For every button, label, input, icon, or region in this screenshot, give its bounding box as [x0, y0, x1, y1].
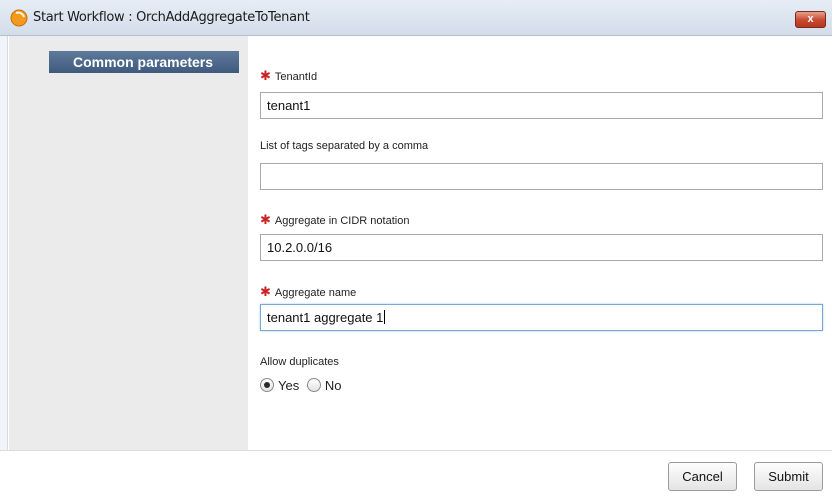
required-marker: ✱ — [260, 212, 271, 227]
required-marker: ✱ — [260, 68, 271, 83]
tab-common-parameters[interactable]: Common parameters — [49, 51, 239, 73]
field-label-aggregate-name: ✱ Aggregate name — [260, 284, 357, 299]
submit-button[interactable]: Submit — [754, 462, 823, 491]
form-panel: ✱ TenantId tenant1 List of tags separated… — [248, 36, 832, 450]
window-title: Start Workflow : OrchAddAggregateToTenan… — [33, 10, 310, 25]
sidebar: Common parameters — [9, 36, 248, 450]
close-button[interactable]: x — [795, 11, 826, 28]
app-logo-icon — [10, 9, 28, 27]
field-label-allow-duplicates: Allow duplicates — [260, 356, 339, 368]
radio-yes[interactable] — [260, 378, 274, 392]
dialog-footer: Cancel Submit — [0, 450, 832, 502]
cidr-input[interactable]: 10.2.0.0/16 — [260, 234, 823, 261]
tags-input[interactable] — [260, 163, 823, 190]
radio-no-label[interactable]: No — [325, 378, 342, 393]
aggregate-name-input[interactable]: tenant1 aggregate 1 — [260, 304, 823, 331]
aggregate-name-value: tenant1 aggregate 1 — [267, 310, 384, 325]
required-marker: ✱ — [260, 284, 271, 299]
allow-duplicates-radio-group: Yes No — [260, 378, 345, 396]
cancel-button[interactable]: Cancel — [668, 462, 737, 491]
close-icon: x — [807, 13, 814, 25]
tenantid-input[interactable]: tenant1 — [260, 92, 823, 119]
window-titlebar: Start Workflow : OrchAddAggregateToTenan… — [0, 0, 832, 36]
field-label-tags: List of tags separated by a comma — [260, 140, 429, 152]
radio-no[interactable] — [306, 378, 321, 392]
field-label-cidr: ✱ Aggregate in CIDR notation — [260, 212, 410, 227]
field-label-tenantid: ✱ TenantId — [260, 68, 318, 83]
text-caret — [384, 310, 386, 324]
window-left-edge — [0, 36, 8, 502]
radio-yes-label[interactable]: Yes — [278, 378, 299, 393]
